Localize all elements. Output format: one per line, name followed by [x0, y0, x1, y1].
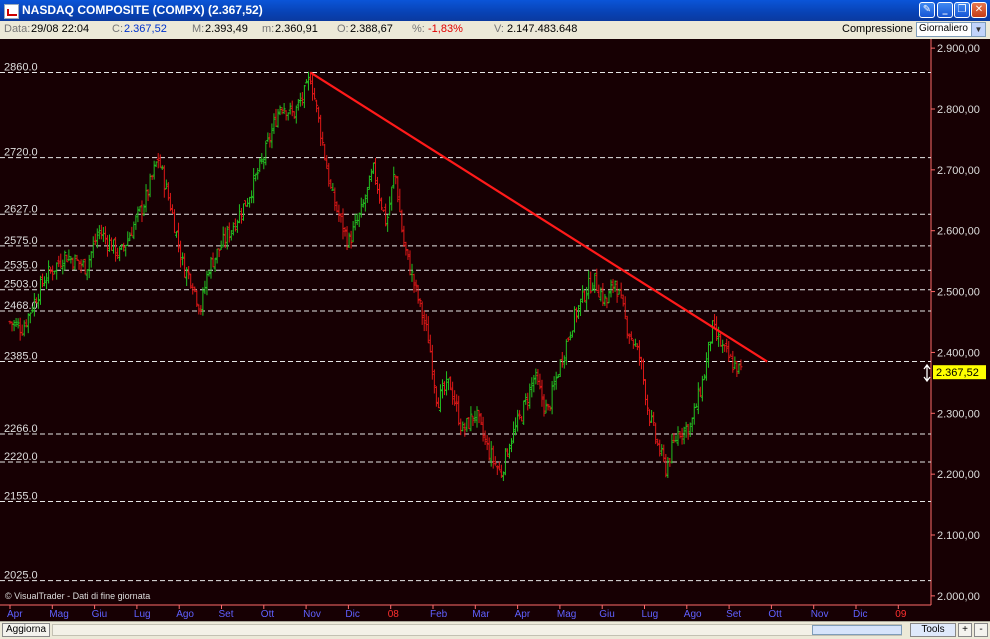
pin-icon[interactable]: ✎	[919, 2, 935, 18]
level-label: 2220.0	[4, 451, 38, 463]
quote-info-bar: Data: 29/08 22:04 C: 2.367,52 M: 2.393,4…	[0, 21, 990, 40]
refresh-button[interactable]: Aggiorna	[2, 623, 51, 637]
level-label: 2720.0	[4, 147, 38, 159]
x-month-label: Ago	[176, 609, 194, 620]
level-label: 2385.0	[4, 351, 38, 363]
scrollbar-thumb[interactable]	[812, 625, 902, 635]
y-axis-panel	[931, 39, 990, 605]
low-label: m:	[262, 23, 275, 35]
close-label: C:	[112, 23, 123, 35]
x-month-label: Feb	[430, 609, 448, 620]
x-month-label: Lug	[134, 609, 151, 620]
y-tick-label: 2.800,00	[937, 104, 980, 116]
chart-scrollbar[interactable]	[52, 624, 902, 636]
level-label: 2860.0	[4, 61, 38, 73]
window-title: NASDAQ COMPOSITE (COMPX) (2.367,52)	[22, 3, 263, 17]
x-month-label: Mag	[557, 609, 576, 620]
chart-plot-area	[0, 39, 931, 605]
restore-icon[interactable]: ❐	[954, 2, 970, 18]
level-label: 2266.0	[4, 423, 38, 435]
x-month-label: Dic	[853, 609, 867, 620]
tools-button[interactable]: Tools	[910, 623, 956, 637]
low-value: 2.360,91	[275, 23, 318, 35]
compression-label: Compressione	[842, 23, 913, 35]
date-value: 29/08 22:04	[31, 23, 90, 35]
y-tick-label: 2.100,00	[937, 530, 980, 542]
x-month-label: Ago	[684, 609, 702, 620]
x-month-label: Giu	[599, 609, 615, 620]
open-label: O:	[337, 23, 349, 35]
x-month-label: Nov	[811, 609, 829, 620]
last-price-label: 2.367,52	[936, 367, 979, 379]
x-month-label: Mar	[472, 609, 490, 620]
x-month-label: 08	[388, 609, 400, 620]
percent-label: %:	[412, 23, 425, 35]
x-month-label: Nov	[303, 609, 321, 620]
close-value: 2.367,52	[124, 23, 167, 35]
open-value: 2.388,67	[350, 23, 393, 35]
close-icon[interactable]: ✕	[971, 2, 987, 18]
y-tick-label: 2.500,00	[937, 287, 980, 299]
x-month-label: Mag	[49, 609, 68, 620]
volume-label: V:	[494, 23, 504, 35]
level-label: 2155.0	[4, 491, 38, 503]
zoom-in-button[interactable]: +	[958, 623, 972, 637]
status-bar: Aggiorna Tools + -	[0, 621, 990, 639]
level-label: 2025.0	[4, 570, 38, 582]
zoom-out-button[interactable]: -	[974, 623, 988, 637]
y-tick-label: 2.000,00	[937, 591, 980, 603]
data-credit: © VisualTrader - Dati di fine giornata	[5, 591, 150, 601]
x-month-label: Apr	[515, 609, 531, 620]
title-bar: NASDAQ COMPOSITE (COMPX) (2.367,52) ✎ _ …	[0, 0, 990, 21]
x-month-label: Giu	[92, 609, 108, 620]
level-label: 2627.0	[4, 203, 38, 215]
y-tick-label: 2.900,00	[937, 43, 980, 55]
x-month-label: Ott	[768, 609, 782, 620]
y-tick-label: 2.300,00	[937, 408, 980, 420]
scrollbar-track[interactable]	[52, 624, 902, 636]
high-value: 2.393,49	[205, 23, 248, 35]
price-chart[interactable]: 2860.02720.02627.02575.02535.02503.02468…	[0, 39, 990, 621]
x-month-label: Lug	[642, 609, 659, 620]
chart-app-icon	[4, 4, 19, 19]
x-month-label: Ott	[261, 609, 275, 620]
compression-select-value: Giornaliero	[919, 23, 968, 34]
chevron-down-icon[interactable]: ▼	[971, 23, 985, 36]
y-tick-label: 2.700,00	[937, 165, 980, 177]
x-month-label: Set	[726, 609, 741, 620]
date-label: Data:	[4, 23, 31, 35]
x-month-label: Dic	[345, 609, 359, 620]
minimize-icon[interactable]: _	[937, 2, 953, 18]
x-month-label: Set	[219, 609, 234, 620]
percent-value: -1,83%	[428, 23, 463, 35]
high-label: M:	[192, 23, 205, 35]
compression-select[interactable]: Giornaliero ▼	[916, 22, 986, 37]
last-price-marker: 2.367,52	[933, 365, 986, 380]
level-label: 2575.0	[4, 235, 38, 247]
volume-value: 2.147.483.648	[507, 23, 578, 35]
x-month-label: 09	[895, 609, 907, 620]
y-tick-label: 2.400,00	[937, 347, 980, 359]
x-month-label: Apr	[7, 609, 23, 620]
y-tick-label: 2.200,00	[937, 469, 980, 481]
level-label: 2535.0	[4, 259, 38, 271]
y-tick-label: 2.600,00	[937, 226, 980, 238]
level-label: 2503.0	[4, 279, 38, 291]
